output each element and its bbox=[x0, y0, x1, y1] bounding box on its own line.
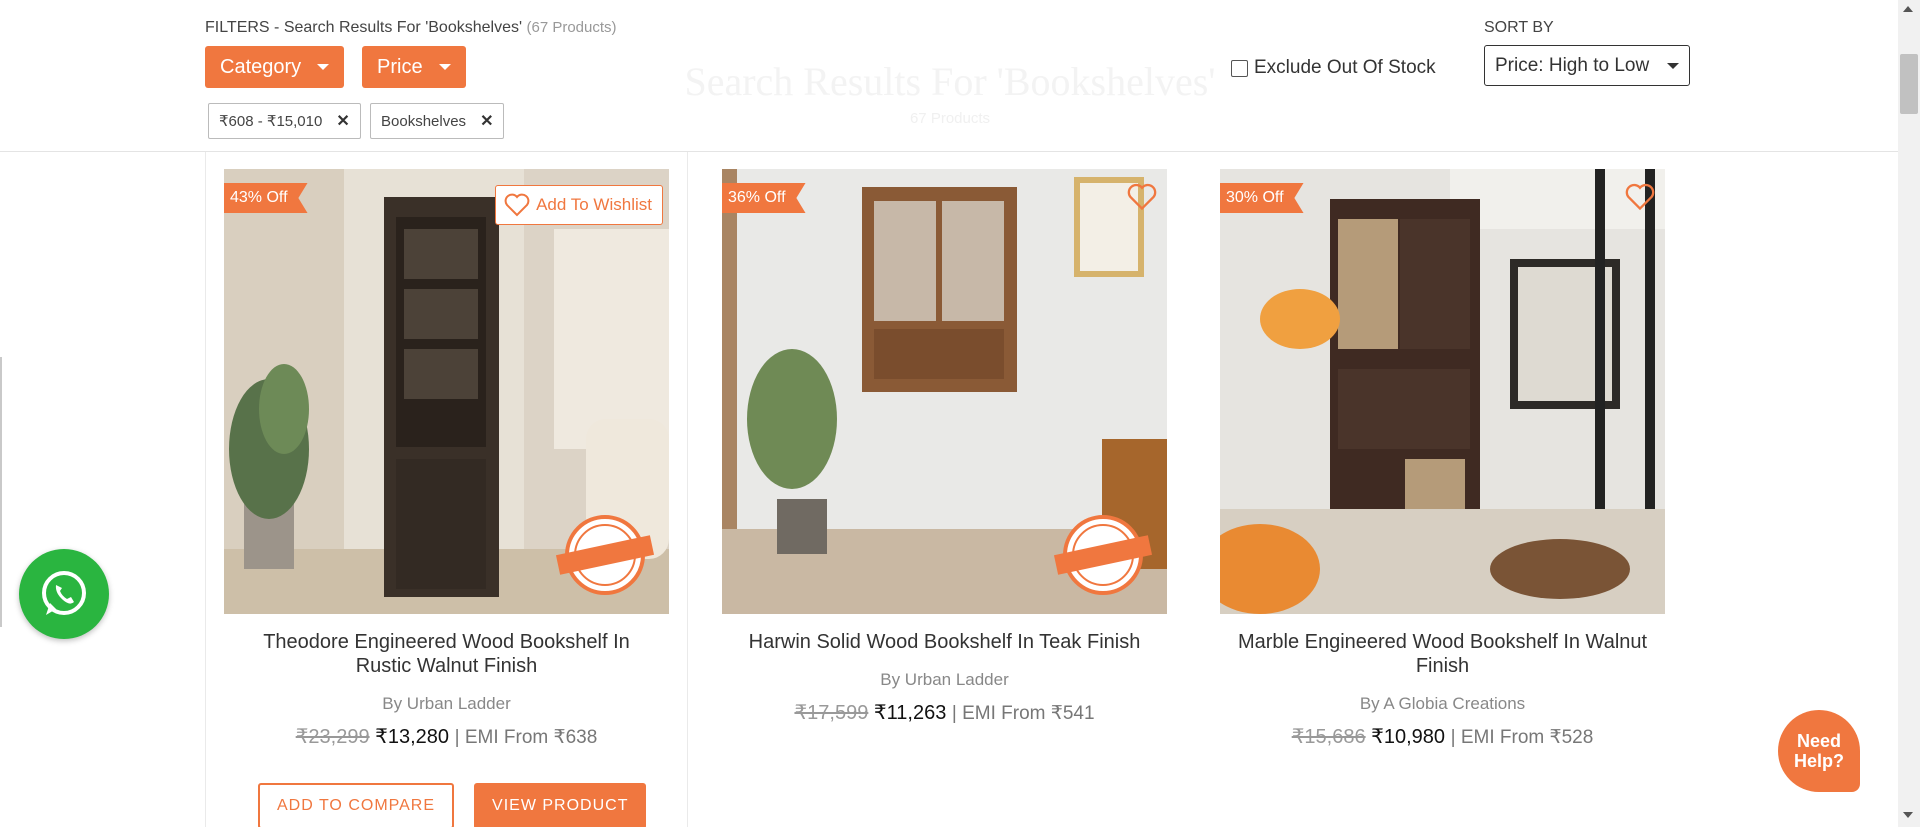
exclude-checkbox[interactable] bbox=[1231, 59, 1248, 77]
sale-price: ₹10,980 bbox=[1371, 726, 1446, 748]
assured-badge-icon bbox=[1053, 515, 1153, 600]
page: 43% Off Add To Wishlist Theodore Enginee… bbox=[0, 0, 1920, 827]
category-dropdown[interactable]: Category bbox=[205, 46, 345, 88]
product-title[interactable]: Marble Engineered Wood Bookshelf In Waln… bbox=[1220, 630, 1665, 678]
sale-price: ₹13,280 bbox=[375, 726, 450, 748]
product-image[interactable]: 43% Off Add To Wishlist bbox=[224, 169, 669, 614]
need-help-button[interactable]: Need Help? bbox=[1778, 710, 1860, 792]
exclude-label: Exclude Out Of Stock bbox=[1254, 57, 1436, 78]
price-row: ₹23,299 ₹13,280 | EMI From ₹638 bbox=[224, 724, 669, 749]
category-label: Category bbox=[220, 55, 302, 78]
original-price: ₹23,299 bbox=[295, 726, 370, 748]
grid-divider bbox=[205, 152, 206, 827]
sort-select[interactable]: Price: High to Low bbox=[1484, 45, 1690, 86]
heart-icon bbox=[1625, 183, 1655, 211]
result-count: (67 Products) bbox=[526, 19, 617, 36]
filter-chip-price[interactable]: ₹608 - ₹15,010 ✕ bbox=[208, 103, 361, 139]
wishlist-heart-button[interactable] bbox=[1127, 183, 1157, 216]
filter-heading-text: FILTERS - Search Results For 'Bookshelve… bbox=[205, 19, 523, 36]
filter-bar: Search Results For 'Bookshelves' 67 Prod… bbox=[0, 0, 1898, 152]
price-row: ₹17,599 ₹11,263 | EMI From ₹541 bbox=[722, 700, 1167, 725]
exclude-out-of-stock[interactable]: Exclude Out Of Stock bbox=[1231, 57, 1436, 79]
product-card[interactable]: 36% Off Harwin Solid Wood Bookshelf In T… bbox=[722, 169, 1167, 725]
side-tab-edge bbox=[0, 357, 2, 627]
sort-by-label: SORT BY bbox=[1484, 19, 1554, 36]
scrollbar[interactable] bbox=[1898, 0, 1920, 827]
price-row: ₹15,686 ₹10,980 | EMI From ₹528 bbox=[1220, 724, 1665, 749]
scroll-down-icon[interactable] bbox=[1903, 812, 1913, 818]
price-dropdown[interactable]: Price bbox=[362, 46, 466, 88]
caret-down-icon bbox=[317, 64, 330, 70]
add-to-compare-button[interactable]: ADD TO COMPARE bbox=[258, 783, 455, 827]
add-to-wishlist-button[interactable]: Add To Wishlist bbox=[495, 185, 663, 225]
discount-badge: 36% Off bbox=[722, 183, 806, 213]
caret-down-icon bbox=[438, 64, 451, 70]
grid-divider bbox=[687, 152, 688, 827]
emi-text: | EMI From ₹528 bbox=[1450, 727, 1594, 748]
close-icon[interactable]: ✕ bbox=[480, 111, 493, 131]
discount-badge: 43% Off bbox=[224, 183, 308, 213]
emi-text: | EMI From ₹638 bbox=[454, 727, 598, 748]
original-price: ₹17,599 bbox=[794, 702, 869, 724]
caret-down-icon bbox=[1667, 62, 1679, 69]
chip-label: Bookshelves bbox=[381, 112, 467, 130]
filter-chip-category[interactable]: Bookshelves ✕ bbox=[370, 103, 505, 139]
heart-icon bbox=[1127, 183, 1157, 211]
product-brand: By A Globia Creations bbox=[1359, 694, 1526, 713]
chip-label: ₹608 - ₹15,010 bbox=[219, 113, 323, 130]
view-product-button[interactable]: VIEW PRODUCT bbox=[474, 783, 647, 827]
emi-text: | EMI From ₹541 bbox=[951, 703, 1095, 724]
scroll-up-icon[interactable] bbox=[1903, 6, 1913, 12]
product-card[interactable]: 30% Off Marble Engineered Wood Bookshelf… bbox=[1220, 169, 1665, 749]
product-photo bbox=[1220, 169, 1665, 614]
heart-icon bbox=[504, 193, 530, 217]
product-brand: By Urban Ladder bbox=[880, 670, 1009, 689]
discount-badge: 30% Off bbox=[1220, 183, 1304, 213]
product-brand: By Urban Ladder bbox=[382, 694, 511, 713]
product-card[interactable]: 43% Off Add To Wishlist Theodore Enginee… bbox=[224, 169, 669, 827]
assured-badge-icon bbox=[555, 515, 655, 600]
product-title[interactable]: Harwin Solid Wood Bookshelf In Teak Fini… bbox=[722, 630, 1167, 654]
product-title[interactable]: Theodore Engineered Wood Bookshelf In Ru… bbox=[224, 630, 669, 678]
price-label: Price bbox=[377, 55, 423, 78]
sort-value: Price: High to Low bbox=[1495, 54, 1650, 76]
filter-heading: FILTERS - Search Results For 'Bookshelve… bbox=[205, 19, 617, 37]
original-price: ₹15,686 bbox=[1291, 726, 1366, 748]
whatsapp-button[interactable] bbox=[19, 549, 109, 639]
product-image[interactable]: 30% Off bbox=[1220, 169, 1665, 614]
card-actions: ADD TO COMPARE VIEW PRODUCT bbox=[258, 783, 647, 827]
sale-price: ₹11,263 bbox=[873, 702, 947, 724]
wishlist-heart-button[interactable] bbox=[1625, 183, 1655, 216]
scroll-thumb[interactable] bbox=[1900, 54, 1918, 114]
whatsapp-icon bbox=[42, 571, 86, 615]
product-image[interactable]: 36% Off bbox=[722, 169, 1167, 614]
close-icon[interactable]: ✕ bbox=[336, 111, 349, 131]
wishlist-label: Add To Wishlist bbox=[536, 195, 652, 214]
